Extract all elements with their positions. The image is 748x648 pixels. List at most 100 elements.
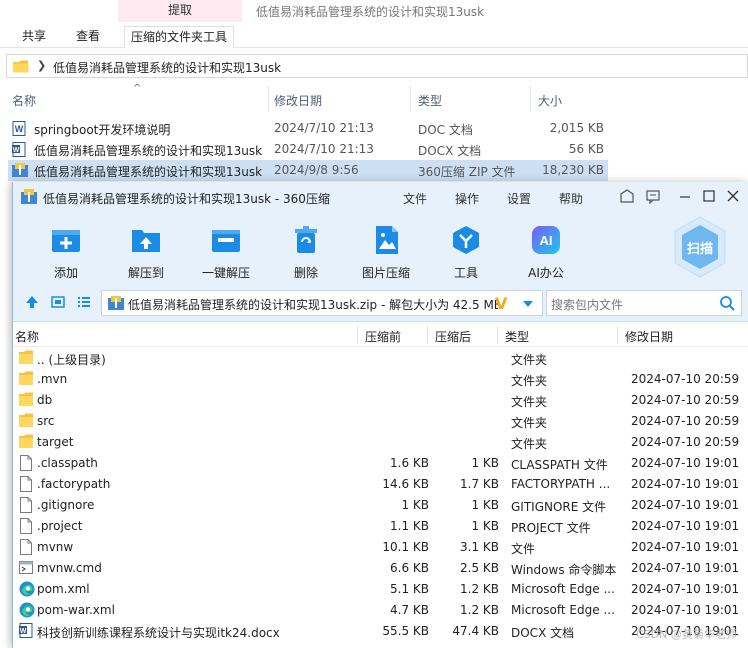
modified-date: 2024-07-10 19:01 — [631, 477, 740, 491]
tools-button[interactable]: 工具 — [433, 220, 499, 280]
delete-button[interactable]: 删除 — [273, 220, 339, 280]
archive-path-field[interactable]: 低值易消耗品管理系统的设计和实现13usk.zip - 解包大小为 42.5 M… — [101, 290, 543, 316]
menu-help[interactable]: 帮助 — [559, 190, 583, 207]
close-icon[interactable] — [725, 188, 741, 204]
ribbon-context-extract[interactable]: 提取 — [118, 0, 242, 22]
archive-file-row[interactable]: .project 1.1 KB 1 KB PROJECT 文件 2024-07-10 1… — [13, 516, 748, 537]
menu-settings[interactable]: 设置 — [507, 190, 531, 207]
word-docx-icon: W — [12, 142, 26, 157]
archive-file-row[interactable]: mvnw.cmd 6.6 KB 2.5 KB Windows 命令脚本 2024-07-… — [13, 558, 748, 579]
chevron-down-icon[interactable] — [522, 299, 534, 309]
archive-file-row[interactable]: src 文件夹 2024-07-10 20:59 — [13, 411, 748, 432]
file-name: src — [37, 414, 55, 428]
column-type[interactable]: 类型 — [505, 328, 529, 345]
size-before: 5.1 KB — [390, 582, 429, 596]
svg-text:W: W — [13, 147, 20, 154]
address-bar[interactable]: ❯ 低值易消耗品管理系统的设计和实现13usk — [6, 54, 748, 78]
favorite-check-icon[interactable]: V — [495, 294, 507, 313]
column-type[interactable]: 类型 — [418, 92, 442, 109]
menu-operation[interactable]: 操作 — [455, 190, 479, 207]
size-before: 14.6 KB — [382, 477, 429, 491]
zip-window-title: 低值易消耗品管理系统的设计和实现13usk - 360压缩 — [43, 192, 330, 206]
list-view-icon[interactable] — [77, 295, 91, 309]
zip-archive-icon — [12, 163, 28, 177]
archive-file-row[interactable]: target 文件夹 2024-07-10 20:59 — [13, 432, 748, 453]
tab-view[interactable]: 查看 — [76, 26, 100, 48]
ai-office-button[interactable]: AI AI办公 — [513, 220, 579, 280]
explorer-file-row-selected[interactable]: 低值易消耗品管理系统的设计和实现13usk 2024/9/8 9:56 360压… — [8, 160, 608, 181]
archive-file-row[interactable]: .factorypath 14.6 KB 1.7 KB FACTORYPATH ...… — [13, 474, 748, 495]
tab-compressed-folder-tools[interactable]: 压缩的文件夹工具 — [124, 26, 235, 48]
image-compress-icon — [376, 226, 398, 254]
column-name[interactable]: 名称 — [15, 328, 39, 345]
size-after: 1 KB — [471, 519, 499, 533]
extract-to-button[interactable]: 解压到 — [113, 220, 179, 280]
size-before: 1 KB — [401, 498, 429, 512]
skin-icon[interactable] — [619, 188, 635, 204]
search-icon[interactable] — [719, 295, 735, 311]
feedback-icon[interactable] — [645, 188, 661, 204]
zip-titlebar[interactable]: 低值易消耗品管理系统的设计和实现13usk - 360压缩 文件 操作 设置 帮… — [13, 182, 748, 212]
archive-file-row[interactable]: db 文件夹 2024-07-10 20:59 — [13, 390, 748, 411]
folder-icon — [19, 371, 33, 389]
archive-file-row[interactable]: pom.xml 5.1 KB 1.2 KB Microsoft Edge ... 202… — [13, 579, 748, 600]
folder-icon — [19, 350, 33, 368]
column-date[interactable]: 修改日期 — [274, 92, 322, 109]
size-after: 3.1 KB — [460, 540, 499, 554]
address-path: 低值易消耗品管理系统的设计和实现13usk — [53, 61, 282, 75]
folder-icon — [19, 413, 33, 431]
column-size[interactable]: 大小 — [538, 92, 562, 109]
explorer-file-row[interactable]: W springboot开发环境说明 2024/7/10 21:13 DOC 文… — [8, 118, 608, 139]
modified-date: 2024-07-10 19:01 — [631, 603, 740, 617]
edge-icon — [19, 602, 35, 621]
minimize-icon[interactable] — [677, 188, 693, 204]
file-type: CLASSPATH 文件 — [511, 458, 608, 472]
file-icon — [19, 455, 33, 474]
folder-icon — [13, 60, 29, 73]
file-name: .gitignore — [37, 498, 95, 512]
size-before: 4.7 KB — [390, 603, 429, 617]
archive-file-row[interactable]: .classpath 1.6 KB 1 KB CLASSPATH 文件 2024-07-… — [13, 453, 748, 474]
size-before: 1.1 KB — [390, 519, 429, 533]
image-compress-button[interactable]: 图片压缩 — [353, 220, 419, 280]
size-after: 1.7 KB — [460, 477, 499, 491]
file-name: pom.xml — [37, 582, 90, 596]
modified-date: 2024-07-10 20:59 — [631, 393, 740, 407]
maximize-icon[interactable] — [701, 188, 717, 204]
thumbnail-view-icon[interactable] — [51, 295, 65, 309]
chevron-right-icon[interactable]: ❯ — [37, 59, 46, 72]
archive-file-row[interactable]: .mvn 文件夹 2024-07-10 20:59 — [13, 369, 748, 390]
file-name: .mvn — [37, 372, 68, 386]
tab-share[interactable]: 共享 — [22, 26, 46, 48]
parent-directory-row[interactable]: .. (上级目录) 文件夹 — [13, 348, 748, 369]
one-click-extract-button[interactable]: 一键解压 — [193, 220, 259, 280]
modified-date: 2024-07-10 19:01 — [631, 540, 740, 554]
file-name: target — [37, 435, 74, 449]
menu-file[interactable]: 文件 — [403, 190, 427, 207]
file-icon — [19, 518, 33, 537]
size-before: 55.5 KB — [382, 624, 429, 638]
up-arrow-icon[interactable] — [25, 295, 39, 309]
add-button[interactable]: 添加 — [33, 220, 99, 280]
explorer-file-row[interactable]: W 低值易消耗品管理系统的设计和实现13usk 2024/7/10 21:13 … — [8, 139, 608, 160]
archive-file-row[interactable]: .gitignore 1 KB 1 KB GITIGNORE 文件 2024-07-10… — [13, 495, 748, 516]
size-after: 1.2 KB — [460, 603, 499, 617]
file-icon — [19, 476, 33, 495]
archive-file-row[interactable]: pom-war.xml 4.7 KB 1.2 KB Microsoft Edge ..… — [13, 600, 748, 621]
archive-search-input[interactable]: 搜索包内文件 — [546, 290, 742, 316]
file-name: pom-war.xml — [37, 603, 115, 617]
file-type: 文件 — [511, 542, 536, 556]
explorer-window-title: 低值易消耗品管理系统的设计和实现13usk — [256, 5, 485, 19]
archive-file-row[interactable]: mvnw 10.1 KB 3.1 KB 文件 2024-07-10 19:01 — [13, 537, 748, 558]
column-before[interactable]: 压缩前 — [365, 328, 401, 345]
column-name[interactable]: 名称 — [12, 92, 36, 109]
file-type: Microsoft Edge ... — [511, 582, 615, 596]
file-type: PROJECT 文件 — [511, 521, 591, 535]
file-icon — [19, 539, 33, 558]
tools-icon — [453, 226, 479, 254]
size-after: 2.5 KB — [460, 561, 499, 575]
column-date[interactable]: 修改日期 — [625, 328, 673, 345]
scan-button[interactable]: 扫描 — [673, 216, 727, 278]
column-after[interactable]: 压缩后 — [435, 328, 471, 345]
modified-date: 2024-07-10 20:59 — [631, 372, 740, 386]
